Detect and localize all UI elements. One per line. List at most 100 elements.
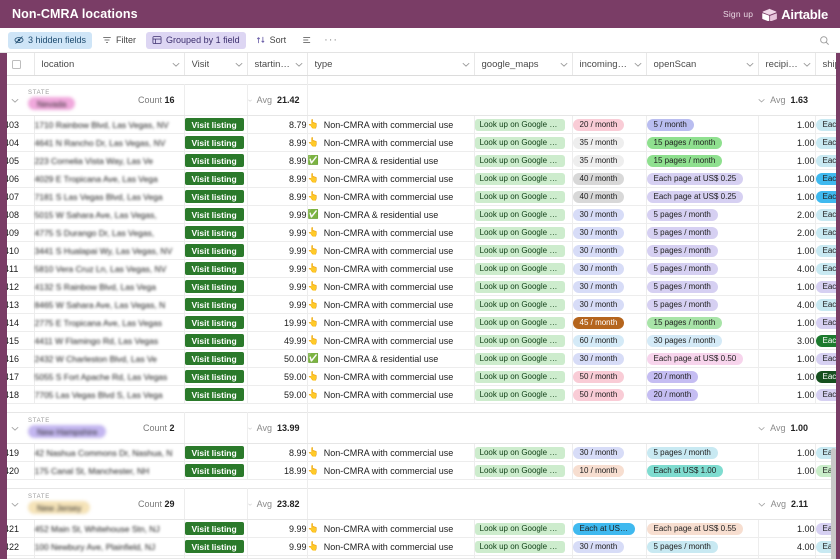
cell-incoming-mail[interactable]: Each at US… <box>572 519 647 538</box>
cell-location[interactable]: 7181 S Las Vegas Blvd, Las Vega <box>34 187 185 206</box>
table-row[interactable]: 412 4132 S Rainbow Blvd, Las Vega Visit li… <box>4 277 840 296</box>
group-header-row[interactable]: STATE Nevada Count 16 Avg 21.42 Avg 1.63 <box>4 84 840 116</box>
cell-location[interactable]: 452 Main St, Whitehouse Stn, NJ <box>34 519 185 538</box>
group-price-summary-cell[interactable]: Avg 21.42 <box>247 84 308 116</box>
cell-starting-price[interactable]: 8.99 <box>247 187 308 206</box>
cell-recipients[interactable]: 1.00 <box>758 313 816 332</box>
cell-google-maps[interactable]: Look up on Google M… <box>474 313 573 332</box>
cell-type[interactable]: 👆 Non-CMRA with commercial use <box>307 443 475 462</box>
cell-visit[interactable]: Visit listing <box>184 205 248 224</box>
cell-recipients[interactable]: 1.00 <box>758 461 816 480</box>
cell-location[interactable]: 4132 S Rainbow Blvd, Las Vega <box>34 277 185 296</box>
cell-visit[interactable]: Visit listing <box>184 537 248 556</box>
cell-location[interactable]: 42 Nashua Commons Dr, Nashua, N <box>34 443 185 462</box>
cell-visit[interactable]: Visit listing <box>184 313 248 332</box>
column-header-visit[interactable]: Visit <box>184 53 248 76</box>
search-button[interactable] <box>819 35 834 46</box>
group-header-label-cell[interactable]: STATE Nevada Count 16 <box>4 84 185 116</box>
cell-location[interactable]: 5810 Vera Cruz Ln, Las Vegas, NV <box>34 259 185 278</box>
cell-type[interactable]: 👆 Non-CMRA with commercial use <box>307 169 475 188</box>
airtable-logo[interactable]: Airtable <box>762 7 828 22</box>
chevron-down-icon[interactable] <box>746 62 754 67</box>
sign-up-link[interactable]: Sign up <box>723 9 753 19</box>
vertical-scrollbar[interactable] <box>831 448 836 559</box>
table-row[interactable]: 418 7705 Las Vegas Blvd S, Las Vega Visit … <box>4 385 840 404</box>
cell-location[interactable]: 2775 E Tropicana Ave, Las Vegas <box>34 313 185 332</box>
cell-incoming-mail[interactable]: 30 / month <box>572 295 647 314</box>
cell-location[interactable]: 100 Newbury Ave, Plainfield, NJ <box>34 537 185 556</box>
cell-incoming-mail[interactable]: 30 / month <box>572 537 647 556</box>
table-row[interactable]: 411 5810 Vera Cruz Ln, Las Vegas, NV Visit… <box>4 259 840 278</box>
cell-recipients[interactable]: 1.00 <box>758 151 816 170</box>
cell-type[interactable]: 👆 Non-CMRA with commercial use <box>307 331 475 350</box>
table-row[interactable]: 403 1710 Rainbow Blvd, Las Vegas, NV Visit… <box>4 115 840 134</box>
cell-open-scan[interactable]: 15 pages / month <box>646 133 759 152</box>
cell-type[interactable]: 👆 Non-CMRA with commercial use <box>307 537 475 556</box>
cell-google-maps[interactable]: Look up on Google M… <box>474 295 573 314</box>
cell-location[interactable]: 7705 Las Vegas Blvd S, Las Vega <box>34 385 185 404</box>
cell-type[interactable]: 👆 Non-CMRA with commercial use <box>307 313 475 332</box>
hidden-fields-button[interactable]: 3 hidden fields <box>8 31 93 49</box>
column-header-openscan[interactable]: openScan <box>646 53 759 76</box>
cell-recipients[interactable]: 4.00 <box>758 259 816 278</box>
cell-visit[interactable]: Visit listing <box>184 385 248 404</box>
cell-google-maps[interactable]: Look up on Google M… <box>474 443 573 462</box>
cell-incoming-mail[interactable]: 20 / month <box>572 115 647 134</box>
cell-open-scan[interactable]: 5 pages / month <box>646 259 759 278</box>
select-all-checkbox[interactable] <box>12 59 22 69</box>
cell-open-scan[interactable]: 15 pages / month <box>646 151 759 170</box>
cell-type[interactable]: 👆 Non-CMRA with commercial use <box>307 187 475 206</box>
cell-starting-price[interactable]: 9.99 <box>247 519 308 538</box>
chevron-down-icon[interactable] <box>560 62 568 67</box>
cell-recipients[interactable]: 4.00 <box>758 537 816 556</box>
filter-button[interactable]: Filter <box>96 32 142 49</box>
chevron-down-icon[interactable] <box>634 62 642 67</box>
chevron-down-icon[interactable] <box>462 62 470 67</box>
group-price-summary-cell[interactable]: Avg 13.99 <box>247 412 308 444</box>
cell-open-scan[interactable]: Each page at US$ 0.55 <box>646 519 759 538</box>
cell-starting-price[interactable]: 50.00 <box>247 349 308 368</box>
cell-type[interactable]: ✅ Non-CMRA & residential use <box>307 151 475 170</box>
cell-open-scan[interactable]: 5 pages / month <box>646 295 759 314</box>
cell-location[interactable]: 4641 N Rancho Dr, Las Vegas, NV <box>34 133 185 152</box>
chevron-down-icon[interactable] <box>172 62 180 67</box>
table-row[interactable]: 406 4029 E Tropicana Ave, Las Vega Visit l… <box>4 169 840 188</box>
cell-starting-price[interactable]: 49.99 <box>247 331 308 350</box>
cell-location[interactable]: 4029 E Tropicana Ave, Las Vega <box>34 169 185 188</box>
column-header-incomingmail[interactable]: incomingMail <box>572 53 647 76</box>
cell-open-scan[interactable]: 5 pages / month <box>646 241 759 260</box>
cell-incoming-mail[interactable]: 50 / month <box>572 385 647 404</box>
cell-type[interactable]: ✅ Non-CMRA & residential use <box>307 205 475 224</box>
table-row[interactable]: 417 5055 S Fort Apache Rd, Las Vegas Visit… <box>4 367 840 386</box>
cell-google-maps[interactable]: Look up on Google M… <box>474 367 573 386</box>
cell-starting-price[interactable]: 9.99 <box>247 259 308 278</box>
group-button[interactable]: Grouped by 1 field <box>146 31 246 49</box>
cell-open-scan[interactable]: Each page at US$ 0.25 <box>646 169 759 188</box>
table-row[interactable]: 421 452 Main St, Whitehouse Stn, NJ Visit … <box>4 519 840 538</box>
cell-recipients[interactable]: 1.00 <box>758 169 816 188</box>
cell-type[interactable]: 👆 Non-CMRA with commercial use <box>307 241 475 260</box>
cell-incoming-mail[interactable]: 10 / month <box>572 461 647 480</box>
cell-open-scan[interactable]: 5 / month <box>646 115 759 134</box>
cell-type[interactable]: 👆 Non-CMRA with commercial use <box>307 461 475 480</box>
cell-recipients[interactable]: 1.00 <box>758 349 816 368</box>
group-collapse-toggle[interactable] <box>4 98 26 103</box>
cell-type[interactable]: 👆 Non-CMRA with commercial use <box>307 367 475 386</box>
cell-google-maps[interactable]: Look up on Google M… <box>474 461 573 480</box>
cell-incoming-mail[interactable]: 40 / month <box>572 187 647 206</box>
cell-type[interactable]: 👆 Non-CMRA with commercial use <box>307 385 475 404</box>
cell-google-maps[interactable]: Look up on Google M… <box>474 519 573 538</box>
group-header-row[interactable]: STATE New Hampshire Count 2 Avg 13.99 Avg 1.… <box>4 412 840 444</box>
group-header-row[interactable]: STATE New Jersey Count 29 Avg 23.82 Avg 2.11 <box>4 488 840 520</box>
cell-recipients[interactable]: 1.00 <box>758 241 816 260</box>
cell-visit[interactable]: Visit listing <box>184 133 248 152</box>
cell-open-scan[interactable]: 5 pages / month <box>646 537 759 556</box>
cell-open-scan[interactable]: 20 / month <box>646 385 759 404</box>
cell-starting-price[interactable]: 19.99 <box>247 313 308 332</box>
group-collapse-toggle[interactable] <box>4 502 26 507</box>
cell-open-scan[interactable]: 15 pages / month <box>646 313 759 332</box>
cell-recipients[interactable]: 1.00 <box>758 443 816 462</box>
column-header-location[interactable]: location <box>34 53 185 76</box>
group-header-label-cell[interactable]: STATE New Jersey Count 29 <box>4 488 185 520</box>
cell-open-scan[interactable]: Each page at US$ 0.25 <box>646 187 759 206</box>
